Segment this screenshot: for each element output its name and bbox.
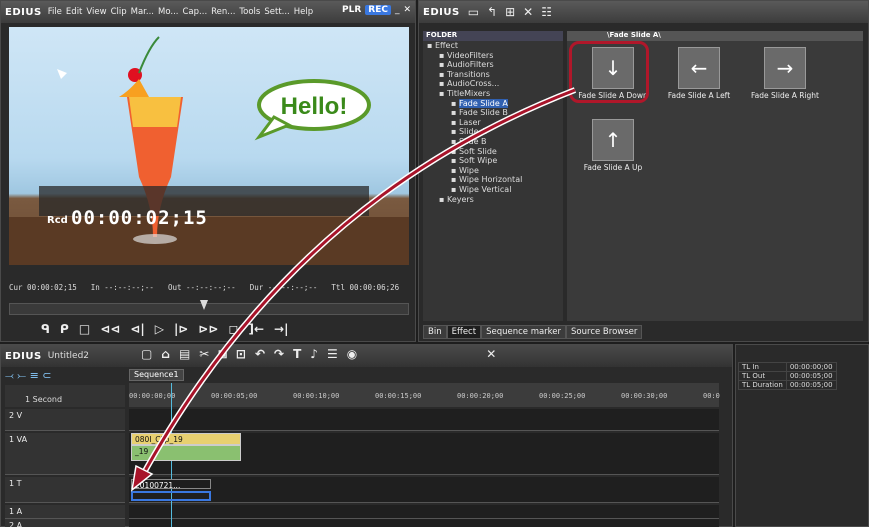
drag-arrow — [130, 87, 577, 492]
edius-workspace: EDIUS File Edit View Clip Mar... Mo... Cap... R… — [0, 0, 869, 527]
